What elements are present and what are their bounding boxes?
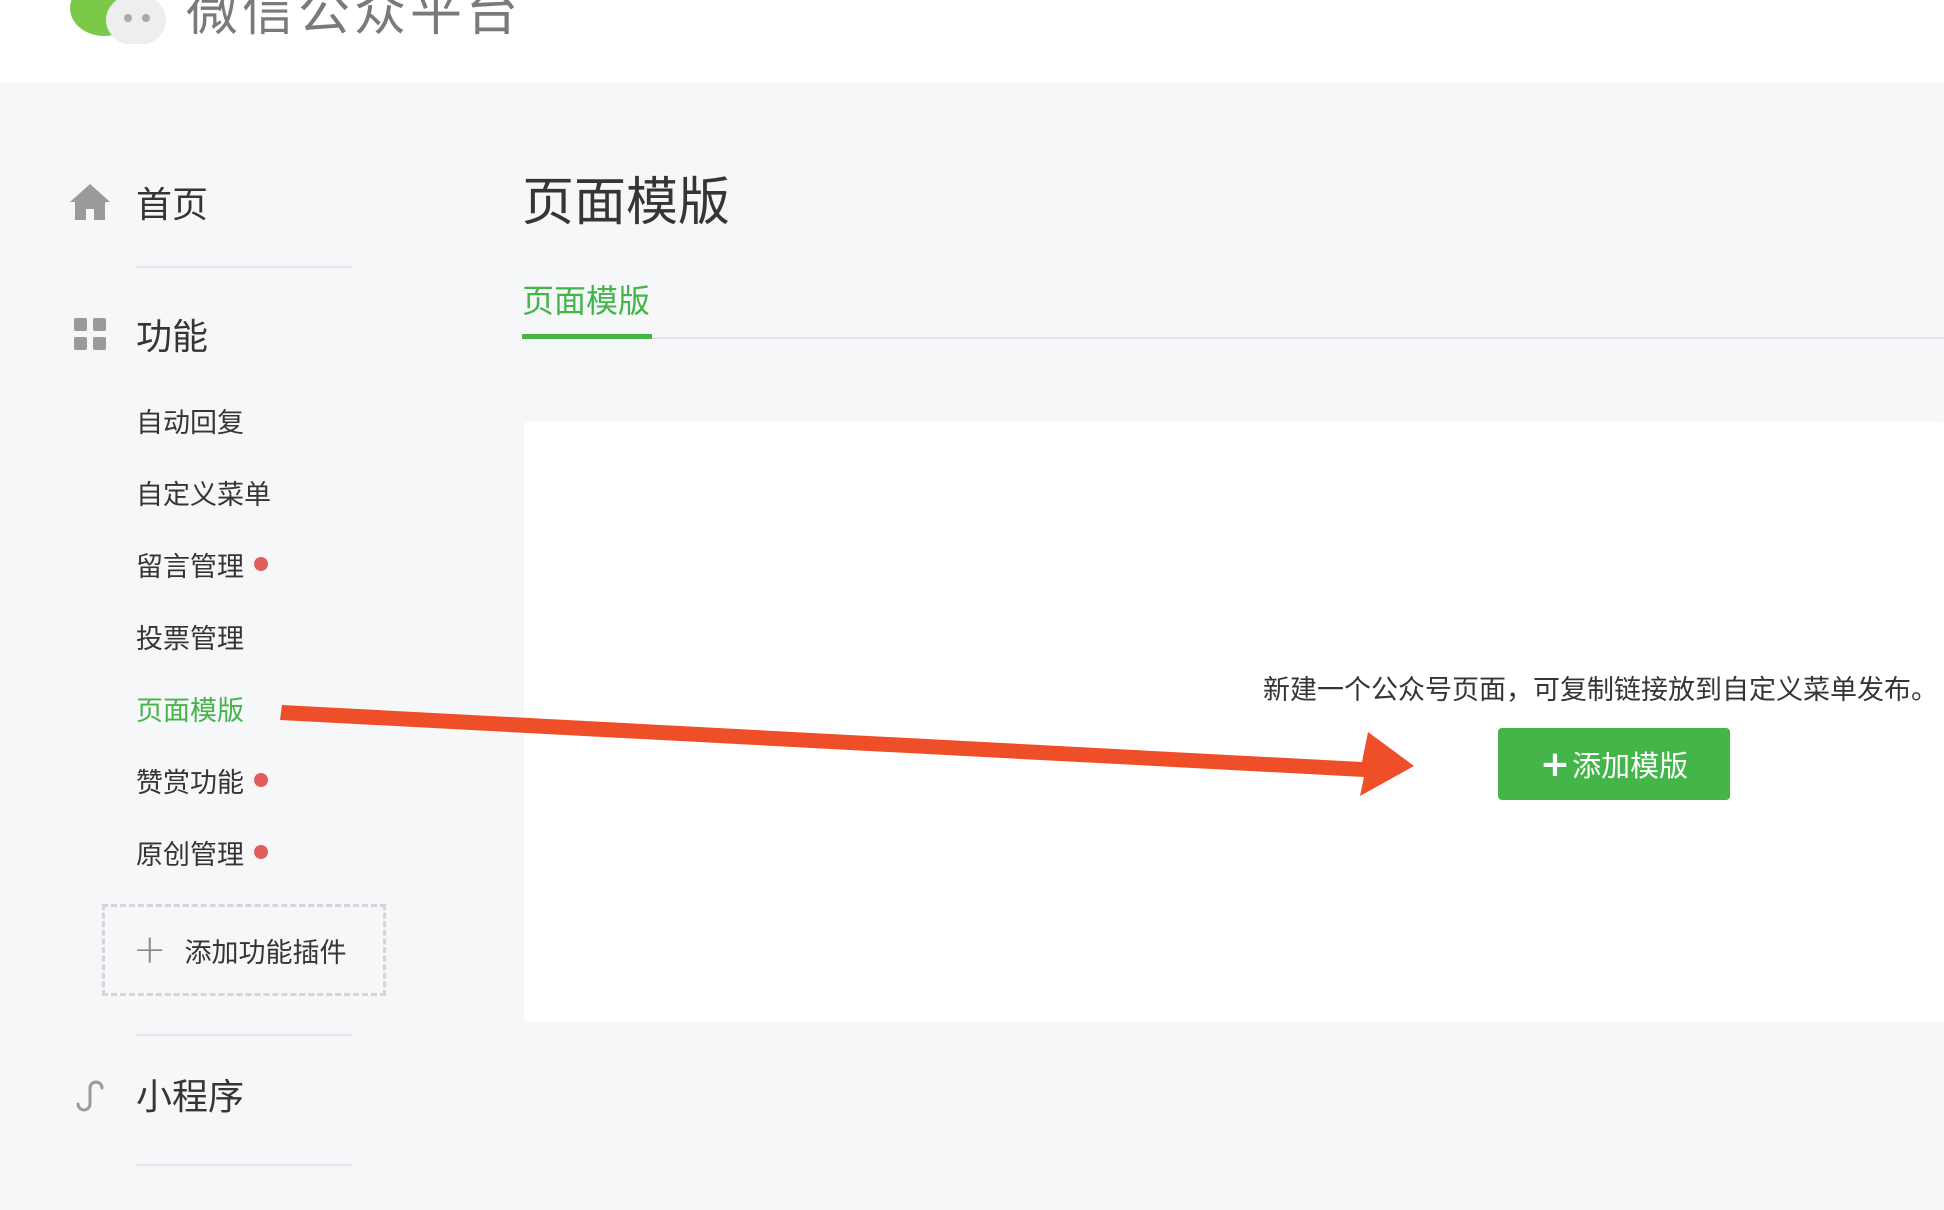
page-title: 页面模版	[522, 173, 731, 233]
divider	[136, 1034, 352, 1036]
add-template-button[interactable]: + 添加模版	[1498, 728, 1730, 800]
tabs-divider	[522, 337, 1944, 339]
sidebar-item-label: 自动回复	[136, 407, 244, 439]
sidebar-item-miniprogram[interactable]: 小程序	[68, 1064, 244, 1124]
top-bar: 微信公众平台	[0, 0, 1944, 82]
divider	[136, 1164, 352, 1166]
add-plugin-label: 添加功能插件	[184, 937, 347, 969]
sidebar-section-label: 功能	[136, 317, 209, 358]
sidebar-item-label: 首页	[136, 185, 209, 226]
add-plugin-button[interactable]: + 添加功能插件	[102, 904, 386, 996]
plus-icon: +	[133, 927, 167, 973]
sidebar-item-page-templates[interactable]: 页面模版	[136, 688, 244, 728]
tab-page-templates[interactable]: 页面模版	[522, 276, 650, 322]
sidebar-item-appreciation[interactable]: 赞赏功能	[136, 760, 268, 800]
notification-dot	[254, 845, 268, 859]
add-template-label: 添加模版	[1572, 749, 1689, 783]
sidebar-item-label: 赞赏功能	[136, 767, 244, 799]
plus-icon: +	[1539, 743, 1571, 785]
sidebar-item-label: 投票管理	[136, 623, 244, 655]
sidebar-item-label: 留言管理	[136, 551, 244, 583]
sidebar-item-original[interactable]: 原创管理	[136, 832, 268, 872]
sidebar-item-votes[interactable]: 投票管理	[136, 616, 244, 656]
tab-active-indicator	[522, 334, 652, 339]
sidebar-section-features[interactable]: 功能	[68, 304, 208, 364]
sidebar-item-label: 原创管理	[136, 839, 244, 871]
brand-title[interactable]: 微信公众平台	[186, 0, 522, 45]
divider	[136, 266, 352, 268]
home-icon	[68, 180, 112, 224]
sidebar-item-label: 自定义菜单	[136, 479, 271, 511]
notification-dot	[254, 557, 268, 571]
wechat-logo-icon[interactable]	[66, 0, 176, 44]
sidebar-item-comments[interactable]: 留言管理	[136, 544, 268, 584]
sidebar: 首页 功能 自动回复 自定义菜单 留言管理 投票管理 页面模版 赞赏功能 原创管…	[0, 82, 500, 1210]
grid-icon	[68, 312, 112, 356]
empty-state-hint: 新建一个公众号页面，可复制链接放到自定义菜单发布。	[1263, 675, 1938, 706]
sidebar-item-home[interactable]: 首页	[68, 172, 208, 232]
sidebar-item-auto-reply[interactable]: 自动回复	[136, 400, 244, 440]
link-icon	[68, 1072, 112, 1116]
sidebar-item-custom-menu[interactable]: 自定义菜单	[136, 472, 271, 512]
sidebar-item-label: 小程序	[136, 1077, 245, 1118]
sidebar-item-label: 页面模版	[136, 695, 244, 727]
notification-dot	[254, 773, 268, 787]
content-panel	[524, 422, 1944, 1022]
